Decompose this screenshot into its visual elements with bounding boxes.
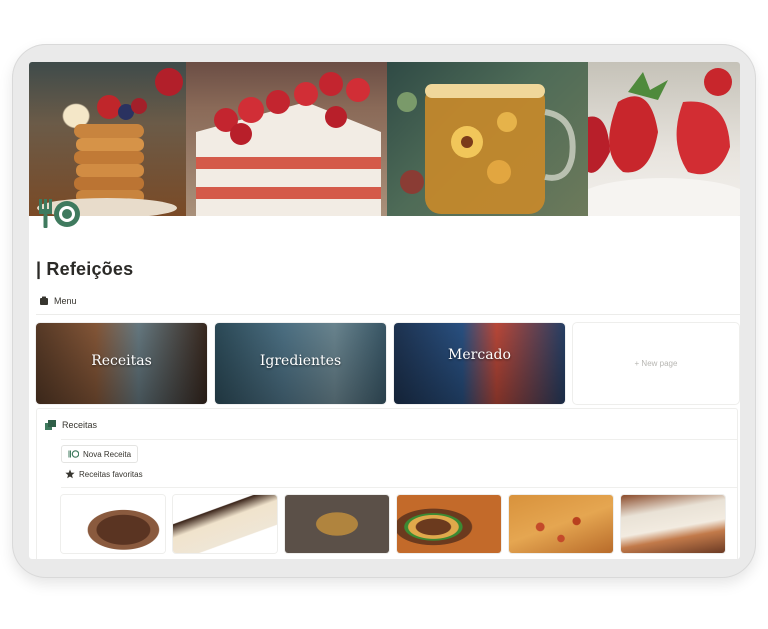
cover-cake-image: [186, 62, 387, 216]
menu-heading[interactable]: Menu: [39, 296, 77, 306]
recipe-card-image[interactable]: [173, 495, 277, 553]
stack-icon: [45, 420, 56, 430]
menu-gallery: Receitas Igredientes Mercado + New page: [36, 323, 739, 404]
book-icon: [39, 296, 49, 306]
receitas-database: Receitas Nova Receita Receitas favoritas: [36, 408, 738, 559]
recipe-card-image[interactable]: [285, 495, 389, 553]
divider: [36, 314, 740, 315]
gallery-card-label: Mercado: [448, 347, 511, 363]
cover-pancakes-image: [29, 62, 186, 216]
fork-plate-icon: [68, 450, 79, 458]
divider: [61, 487, 737, 488]
notion-page: | Refeições Menu Receitas Igredientes Me…: [29, 62, 740, 559]
nova-receita-button[interactable]: Nova Receita: [61, 445, 139, 463]
nova-receita-label: Nova Receita: [83, 449, 132, 459]
database-header[interactable]: Receitas: [45, 420, 97, 430]
recipe-card-image[interactable]: [621, 495, 725, 553]
database-title: Receitas: [62, 420, 98, 430]
gallery-card-mercado[interactable]: Mercado: [394, 323, 565, 404]
favorites-view-tab[interactable]: Receitas favoritas: [65, 469, 143, 479]
cover-banner: [29, 62, 740, 216]
new-page-label: + New page: [634, 359, 678, 368]
fork-plate-icon: [33, 196, 81, 232]
page-title: | Refeições: [36, 259, 134, 279]
recipe-card-image[interactable]: [61, 495, 165, 553]
gallery-card-receitas[interactable]: Receitas: [36, 323, 207, 404]
gallery-card-label: Receitas: [91, 353, 152, 369]
star-icon: [65, 469, 75, 479]
favorites-label: Receitas favoritas: [79, 469, 143, 479]
recipe-card-image[interactable]: [397, 495, 501, 553]
cover-strawberries-image: [588, 62, 740, 216]
new-page-card[interactable]: + New page: [573, 323, 739, 404]
gallery-card-label: Igredientes: [259, 353, 342, 369]
divider: [61, 439, 737, 440]
gallery-card-ingredientes[interactable]: Igredientes: [215, 323, 386, 404]
menu-label: Menu: [54, 296, 77, 306]
cover-tea-image: [387, 62, 588, 216]
recipe-card-image[interactable]: [509, 495, 613, 553]
recipe-gallery: [61, 495, 725, 553]
